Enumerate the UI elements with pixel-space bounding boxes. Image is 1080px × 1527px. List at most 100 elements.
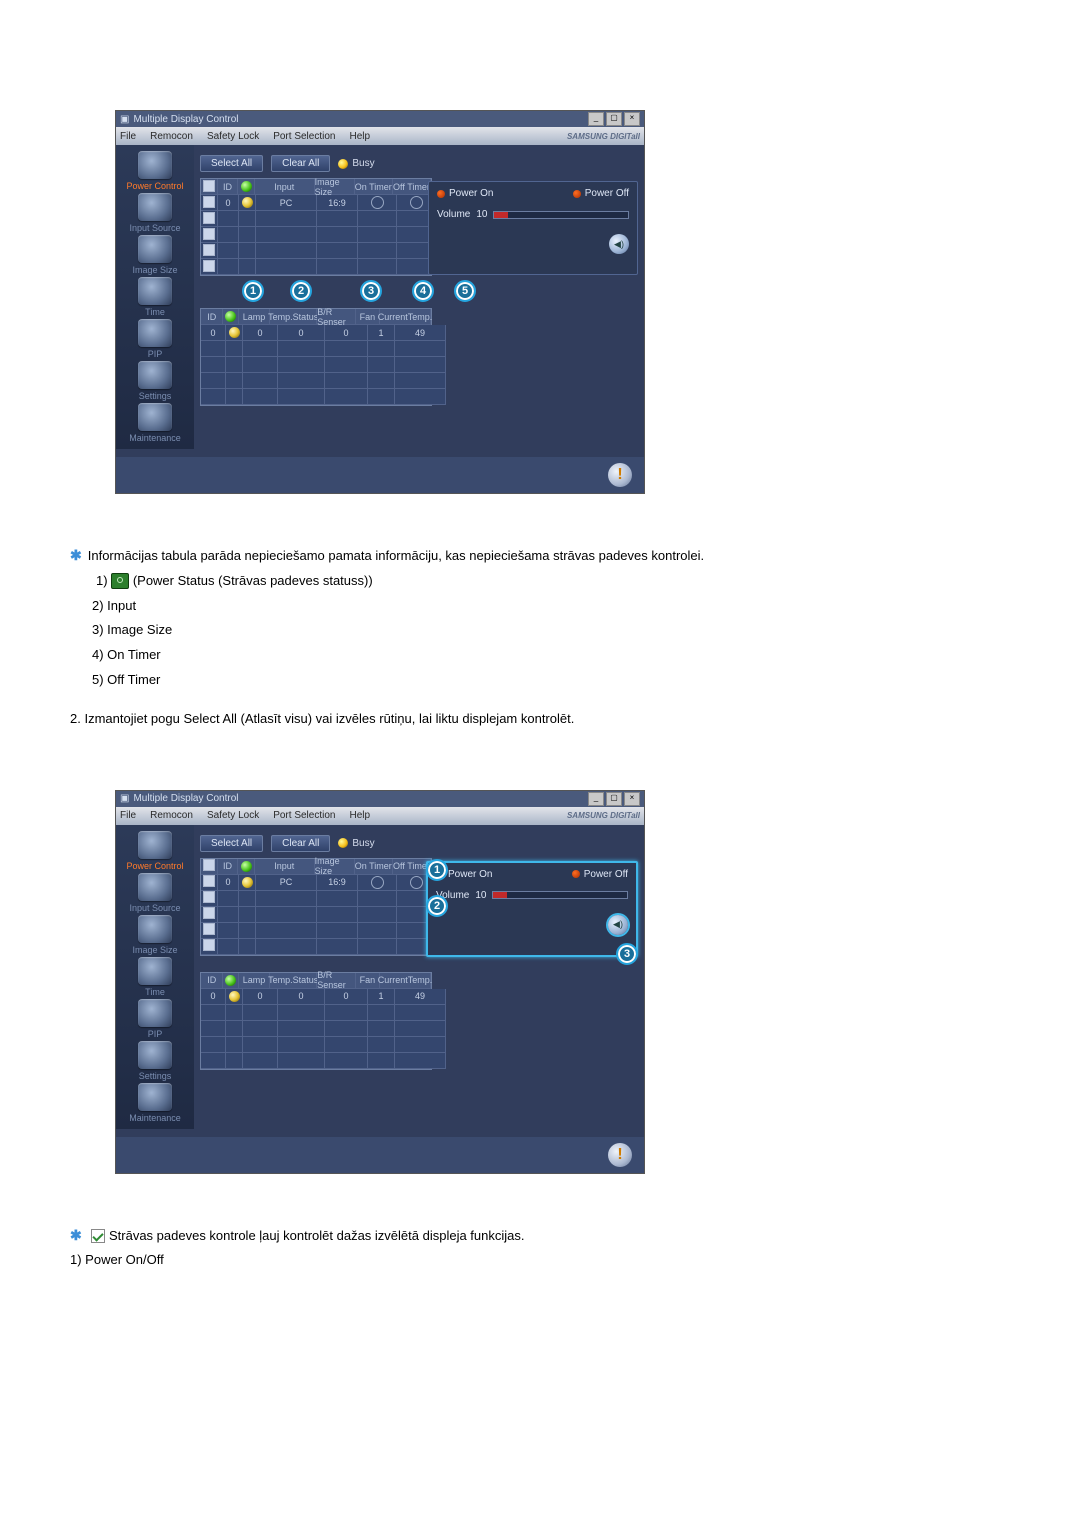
table-row[interactable]: 0 0 0 0 1 49 xyxy=(201,989,446,1005)
off-timer-icon xyxy=(410,876,423,889)
image-size-icon xyxy=(138,915,172,943)
sidebar-item-settings[interactable]: Settings xyxy=(138,1041,172,1081)
menu-port-selection[interactable]: Port Selection xyxy=(273,131,335,142)
sidebar-item-time[interactable]: Time xyxy=(138,957,172,997)
window-title: Multiple Display Control xyxy=(133,793,238,804)
clear-all-button[interactable]: Clear All xyxy=(271,835,330,852)
row-checkbox[interactable] xyxy=(203,939,215,953)
row-checkbox[interactable] xyxy=(203,891,215,905)
col-input: Input xyxy=(255,179,315,194)
app-icon: ▣ xyxy=(120,793,129,804)
main-area: Select All Clear All Busy ID Input Image… xyxy=(194,145,644,449)
menu-remocon[interactable]: Remocon xyxy=(150,131,193,142)
sidebar-item-settings[interactable]: Settings xyxy=(138,361,172,401)
sidebar-item-image-size[interactable]: Image Size xyxy=(132,235,177,275)
select-all-button[interactable]: Select All xyxy=(200,155,263,172)
row-checkbox[interactable] xyxy=(203,875,215,889)
on-timer-icon xyxy=(371,196,384,209)
callout-b3: 3 xyxy=(616,943,638,965)
volume-label: Volume xyxy=(437,209,470,220)
image-size-icon xyxy=(138,235,172,263)
mdc-window-2: ▣ Multiple Display Control _ ▢ × File Re… xyxy=(115,790,645,1174)
menu-safety-lock[interactable]: Safety Lock xyxy=(207,810,259,821)
row-checkbox[interactable] xyxy=(203,196,215,210)
row-checkbox[interactable] xyxy=(203,907,215,921)
power-panel: Power On Power Off Volume 10 ◀) xyxy=(426,861,638,957)
power-off-icon xyxy=(573,190,581,198)
row-checkbox[interactable] xyxy=(203,244,215,258)
menu-help[interactable]: Help xyxy=(349,810,370,821)
volume-value: 10 xyxy=(475,890,486,901)
sidebar-item-pip[interactable]: PIP xyxy=(138,319,172,359)
sidebar-item-time[interactable]: Time xyxy=(138,277,172,317)
row-checkbox[interactable] xyxy=(203,228,215,242)
check-all[interactable] xyxy=(203,859,215,873)
maximize-button[interactable]: ▢ xyxy=(606,112,622,126)
outro-text: Strāvas padeves kontrole ļauj kontrolēt … xyxy=(109,1228,525,1243)
callout-1: 1 xyxy=(242,280,264,302)
power-panel: Power On Power Off Volume 10 ◀) xyxy=(428,181,638,275)
row-status-icon xyxy=(229,991,240,1002)
menu-safety-lock[interactable]: Safety Lock xyxy=(207,131,259,142)
sidebar-item-input-source[interactable]: Input Source xyxy=(129,873,180,913)
menu-file[interactable]: File xyxy=(120,131,136,142)
power-control-icon xyxy=(138,831,172,859)
col-image-size: Image Size xyxy=(315,179,355,194)
maximize-button[interactable]: ▢ xyxy=(606,792,622,806)
clear-all-button[interactable]: Clear All xyxy=(271,155,330,172)
callout-2: 2 xyxy=(290,280,312,302)
power-on-icon xyxy=(437,190,445,198)
close-button[interactable]: × xyxy=(624,112,640,126)
legend-power-onoff: 1) Power On/Off xyxy=(70,1250,1010,1271)
row-status-icon xyxy=(242,877,253,888)
sidebar-item-image-size[interactable]: Image Size xyxy=(132,915,177,955)
display-info-table: ID Input Image Size On Timer Off Timer 0… xyxy=(200,178,432,276)
legend-off-timer: 5) Off Timer xyxy=(92,670,1010,691)
power-off-button[interactable]: Power Off xyxy=(573,188,629,199)
table-row[interactable]: 0 PC 16:9 xyxy=(201,875,436,891)
row-checkbox[interactable] xyxy=(203,212,215,226)
titlebar: ▣ Multiple Display Control _ ▢ × xyxy=(116,791,644,807)
sidebar-item-maintenance[interactable]: Maintenance xyxy=(129,403,181,443)
sidebar-item-pip[interactable]: PIP xyxy=(138,999,172,1039)
time-icon xyxy=(138,277,172,305)
status-icon xyxy=(241,861,252,872)
minimize-button[interactable]: _ xyxy=(588,112,604,126)
col-off-timer: Off Timer xyxy=(393,179,431,194)
maintenance-icon xyxy=(138,403,172,431)
sidebar-item-input-source[interactable]: Input Source xyxy=(129,193,180,233)
power-off-button[interactable]: Power Off xyxy=(572,869,628,880)
table-row[interactable]: 0 PC 16:9 xyxy=(201,195,436,211)
pip-icon xyxy=(138,319,172,347)
volume-slider[interactable] xyxy=(492,891,628,899)
menu-file[interactable]: File xyxy=(120,810,136,821)
select-all-button[interactable]: Select All xyxy=(200,835,263,852)
col-on-timer: On Timer xyxy=(355,179,393,194)
close-button[interactable]: × xyxy=(624,792,640,806)
volume-slider[interactable] xyxy=(493,211,629,219)
off-timer-icon xyxy=(410,196,423,209)
sidebar-item-power-control[interactable]: Power Control xyxy=(126,831,183,871)
sidebar-item-maintenance[interactable]: Maintenance xyxy=(129,1083,181,1123)
row-checkbox[interactable] xyxy=(203,923,215,937)
check-all[interactable] xyxy=(203,180,215,194)
busy-status: Busy xyxy=(338,158,374,169)
legend-input: 2) Input xyxy=(92,596,1010,617)
sidebar: Power Control Input Source Image Size Ti… xyxy=(116,825,194,1129)
menu-help[interactable]: Help xyxy=(349,131,370,142)
sidebar-item-power-control[interactable]: Power Control xyxy=(126,151,183,191)
menu-remocon[interactable]: Remocon xyxy=(150,810,193,821)
menu-port-selection[interactable]: Port Selection xyxy=(273,810,335,821)
minimize-button[interactable]: _ xyxy=(588,792,604,806)
titlebar: ▣ Multiple Display Control _ ▢ × xyxy=(116,111,644,127)
status-table: ID Lamp Temp.Status B/R Senser Fan Curre… xyxy=(200,972,432,1070)
row-checkbox[interactable] xyxy=(203,260,215,274)
mute-button[interactable]: ◀) xyxy=(609,234,629,254)
power-off-icon xyxy=(572,870,580,878)
power-on-button[interactable]: Power On xyxy=(437,188,493,199)
volume-value: 10 xyxy=(476,209,487,220)
callout-4: 4 xyxy=(412,280,434,302)
settings-icon xyxy=(138,1041,172,1069)
mute-button[interactable]: ◀) xyxy=(608,915,628,935)
table-row[interactable]: 0 0 0 0 1 49 xyxy=(201,325,446,341)
